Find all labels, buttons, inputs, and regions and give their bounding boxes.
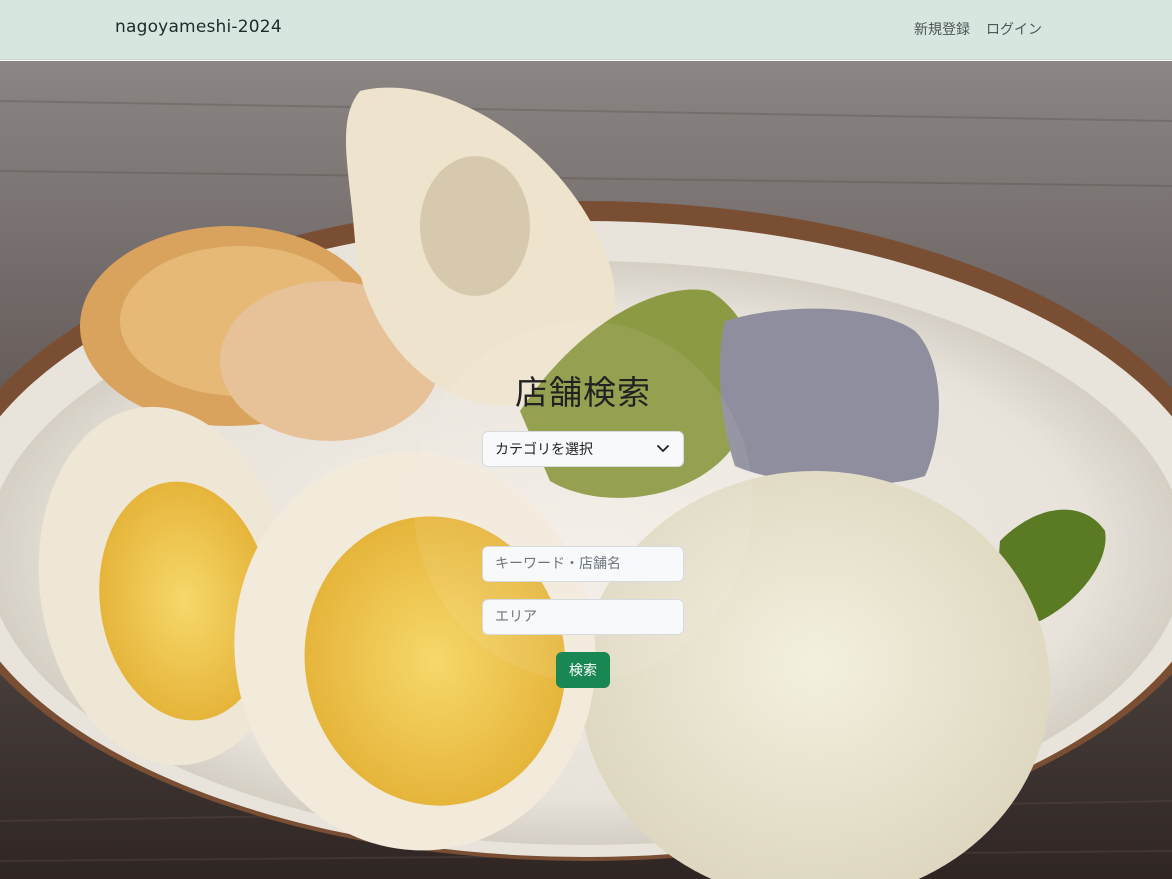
keyword-input[interactable] <box>482 546 684 582</box>
category-select[interactable]: カテゴリを選択 <box>482 431 684 467</box>
oden-bowl-image <box>0 61 1172 879</box>
chevron-down-icon <box>657 445 669 452</box>
area-input[interactable] <box>482 599 684 635</box>
nav-links: 新規登録 ログイン <box>914 19 1042 39</box>
register-link[interactable]: 新規登録 <box>914 19 970 39</box>
search-button[interactable]: 検索 <box>556 652 610 688</box>
brand-link[interactable]: nagoyameshi-2024 <box>115 17 282 37</box>
hero-background-image: 店舗検索 カテゴリを選択 検索 <box>0 61 1172 879</box>
category-select-label: カテゴリを選択 <box>495 442 593 458</box>
navbar: nagoyameshi-2024 新規登録 ログイン <box>0 0 1172 60</box>
page-title: 店舗検索 <box>515 373 651 412</box>
login-link[interactable]: ログイン <box>986 19 1042 39</box>
